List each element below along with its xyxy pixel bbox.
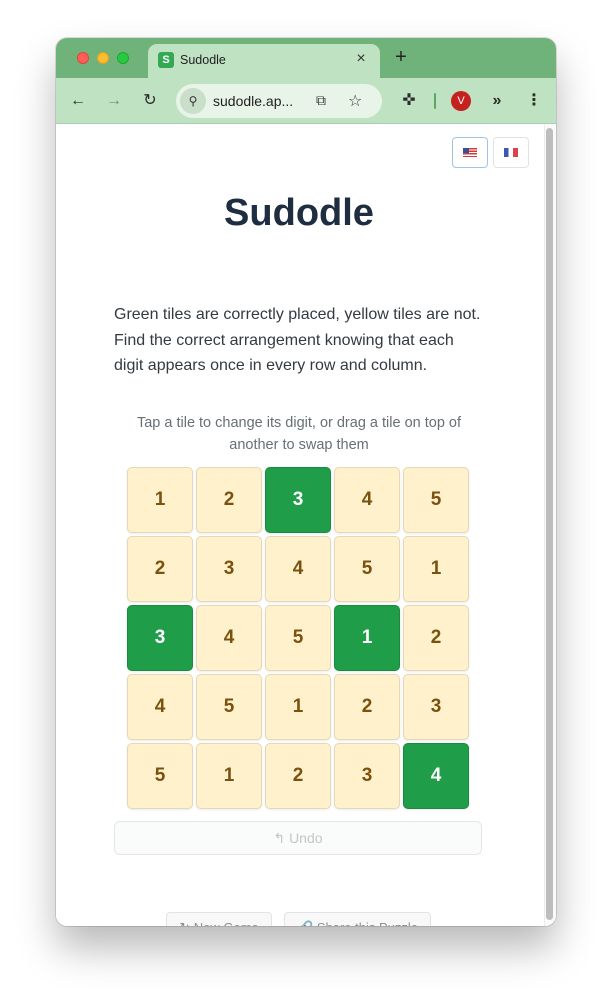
grid-tile-r1-c2[interactable]: 2 <box>196 467 262 533</box>
profile-avatar[interactable]: V <box>451 91 471 111</box>
url-text[interactable]: sudodle.ap... <box>213 93 293 109</box>
sudoku-grid: 1234523451345124512351234 <box>127 467 471 811</box>
grid-tile-r5-c4[interactable]: 3 <box>334 743 400 809</box>
reload-icon[interactable]: ↻ <box>138 89 162 113</box>
grid-tile-r2-c2[interactable]: 3 <box>196 536 262 602</box>
new-tab-button[interactable]: + <box>390 46 412 68</box>
grid-tile-r4-c2[interactable]: 5 <box>196 674 262 740</box>
site-info-icon[interactable]: ⚲ <box>180 88 206 114</box>
grid-tile-r2-c5[interactable]: 1 <box>403 536 469 602</box>
tab-title: Sudodle <box>180 53 226 67</box>
grid-tile-r3-c5[interactable]: 2 <box>403 605 469 671</box>
browser-toolbar: ← → ↻ ⚲ sudodle.ap... ⧉ ☆ ✜ V » ⋮ <box>56 78 556 124</box>
new-game-button[interactable]: ↻ New Game <box>166 912 272 926</box>
bookmark-star-icon[interactable]: ☆ <box>348 91 362 111</box>
france-flag-icon <box>504 147 518 157</box>
extensions-puzzle-icon[interactable]: ✜ <box>397 89 421 113</box>
sudodle-favicon-icon: S <box>158 52 174 68</box>
kebab-menu-icon[interactable]: ⋮ <box>522 89 546 113</box>
tab-strip: S Sudodle × + <box>56 38 556 78</box>
grid-tile-r1-c3[interactable]: 3 <box>265 467 331 533</box>
game-description: Green tiles are correctly placed, yellow… <box>114 306 481 374</box>
undo-button[interactable]: ↰ Undo <box>114 821 482 855</box>
chevron-right-icon[interactable]: » <box>485 89 509 113</box>
grid-tile-r2-c4[interactable]: 5 <box>334 536 400 602</box>
instructions-hint: Tap a tile to change its digit, or drag … <box>136 415 462 453</box>
language-french-button[interactable] <box>493 137 529 168</box>
scrollbar[interactable] <box>544 124 556 926</box>
grid-tile-r1-c5[interactable]: 5 <box>403 467 469 533</box>
browser-window: S Sudodle × + ← → ↻ ⚲ sudodle.ap... ⧉ ☆ … <box>56 38 556 926</box>
page-title: Sudodle <box>224 192 374 234</box>
grid-tile-r2-c1[interactable]: 2 <box>127 536 193 602</box>
grid-tile-r5-c3[interactable]: 2 <box>265 743 331 809</box>
scrollbar-thumb[interactable] <box>546 128 553 920</box>
close-icon[interactable]: × <box>352 50 370 68</box>
grid-tile-r1-c1[interactable]: 1 <box>127 467 193 533</box>
grid-tile-r1-c4[interactable]: 4 <box>334 467 400 533</box>
grid-tile-r3-c2[interactable]: 4 <box>196 605 262 671</box>
maximize-window-button[interactable] <box>117 52 129 64</box>
forward-arrow-icon[interactable]: → <box>102 89 126 113</box>
address-bar[interactable]: ⚲ sudodle.ap... ⧉ ☆ <box>176 84 382 118</box>
share-puzzle-button[interactable]: 🔗 Share this Puzzle <box>284 912 431 926</box>
grid-tile-r5-c5[interactable]: 4 <box>403 743 469 809</box>
minimize-window-button[interactable] <box>97 52 109 64</box>
tab-sudodle[interactable]: S Sudodle × <box>148 44 380 78</box>
grid-tile-r4-c4[interactable]: 2 <box>334 674 400 740</box>
us-flag-icon <box>463 147 477 157</box>
grid-tile-r3-c3[interactable]: 5 <box>265 605 331 671</box>
grid-tile-r3-c4[interactable]: 1 <box>334 605 400 671</box>
page-content: Sudodle Green tiles are correctly placed… <box>56 124 556 926</box>
grid-tile-r2-c3[interactable]: 4 <box>265 536 331 602</box>
grid-tile-r5-c2[interactable]: 1 <box>196 743 262 809</box>
close-window-button[interactable] <box>77 52 89 64</box>
back-arrow-icon[interactable]: ← <box>66 89 90 113</box>
grid-tile-r5-c1[interactable]: 5 <box>127 743 193 809</box>
language-english-button[interactable] <box>452 137 488 168</box>
grid-tile-r4-c5[interactable]: 3 <box>403 674 469 740</box>
install-app-icon[interactable]: ⧉ <box>316 92 326 109</box>
grid-tile-r4-c1[interactable]: 4 <box>127 674 193 740</box>
grid-tile-r4-c3[interactable]: 1 <box>265 674 331 740</box>
grid-tile-r3-c1[interactable]: 3 <box>127 605 193 671</box>
toolbar-divider <box>434 93 436 109</box>
